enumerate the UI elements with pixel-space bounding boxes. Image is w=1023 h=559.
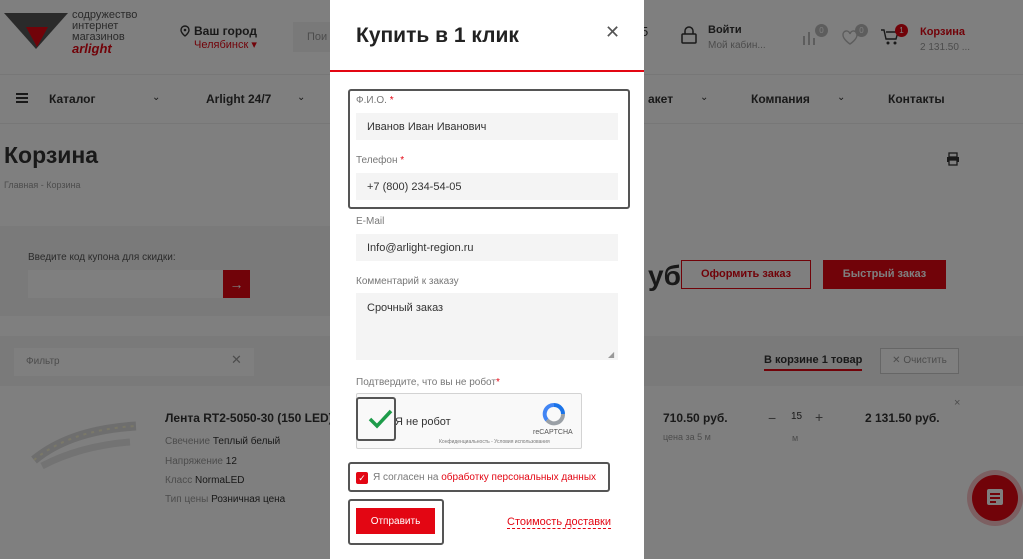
fio-label: Ф.И.О. *: [356, 95, 394, 106]
robot-label-text: Подтвердите, что вы не робот: [356, 377, 496, 388]
fio-field[interactable]: [356, 113, 618, 140]
modal-divider: [330, 70, 644, 72]
email-field[interactable]: [356, 234, 618, 261]
phone-field[interactable]: [356, 173, 618, 200]
captcha-label: Я не робот: [395, 416, 451, 428]
fio-label-text: Ф.И.О.: [356, 95, 387, 106]
required-mark: *: [389, 95, 394, 106]
robot-label: Подтвердите, что вы не робот*: [356, 377, 500, 388]
comment-label: Комментарий к заказу: [356, 276, 459, 287]
comment-field[interactable]: Срочный заказ: [356, 293, 618, 360]
modal-title: Купить в 1 клик: [356, 24, 519, 47]
recaptcha-logo-icon: [542, 403, 565, 426]
required-mark: *: [400, 155, 405, 166]
email-label: E-Mail: [356, 216, 385, 227]
consent-prefix: Я согласен на: [373, 472, 439, 483]
phone-label: Телефон *: [356, 155, 404, 166]
checkmark-icon[interactable]: [365, 404, 395, 434]
consent-checkbox[interactable]: ✓: [356, 472, 368, 484]
required-mark: *: [495, 377, 500, 388]
captcha-links[interactable]: Конфиденциальность - Условия использован…: [439, 439, 550, 445]
quick-buy-modal: Купить в 1 клик ✕ Ф.И.О. * Телефон * E-M…: [330, 0, 644, 559]
consent-label: Я согласен на обработку персональных дан…: [373, 472, 596, 483]
captcha-brand: reCAPTCHA: [533, 429, 573, 436]
phone-label-text: Телефон: [356, 155, 398, 166]
recaptcha-widget: Я не робот reCAPTCHA Конфиденциальность …: [356, 393, 582, 449]
resize-grip-icon[interactable]: ◢: [608, 350, 614, 359]
submit-button[interactable]: Отправить: [356, 508, 435, 534]
close-icon[interactable]: ✕: [605, 22, 620, 43]
personal-data-link[interactable]: обработку персональных данных: [441, 472, 596, 483]
delivery-cost-link[interactable]: Стоимость доставки: [507, 516, 611, 529]
